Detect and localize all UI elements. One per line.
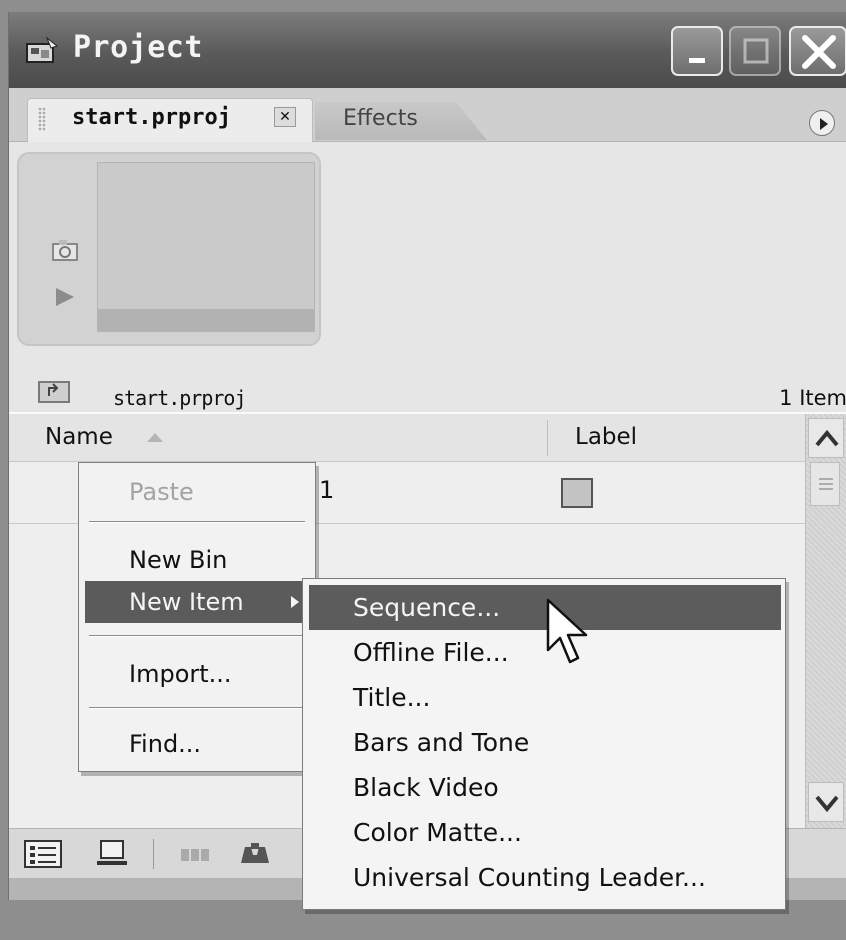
menu-item-paste[interactable]: Paste [79, 471, 315, 513]
panel-menu-icon [820, 118, 828, 130]
scroll-thumb[interactable] [810, 462, 840, 506]
preview-frame [17, 152, 321, 346]
tab-label: start.prproj [72, 105, 231, 130]
tab-effects[interactable]: Effects [315, 102, 487, 140]
window-title: Project [73, 30, 203, 65]
tab-label: Effects [343, 106, 418, 131]
menu-separator [89, 635, 305, 637]
menu-separator [89, 521, 305, 523]
item-count: 1 Item [779, 386, 846, 410]
menu-item-new-item[interactable]: New Item [85, 581, 311, 623]
thumbnail-scrubber[interactable] [98, 309, 314, 331]
grip-lines-icon [819, 478, 833, 490]
menu-item-find[interactable]: Find... [79, 723, 315, 765]
toolbar-separator [153, 839, 154, 869]
minimize-icon [689, 58, 705, 63]
tab-close-icon[interactable]: ✕ [274, 107, 296, 127]
column-name-header[interactable]: Name [45, 424, 113, 450]
mouse-cursor-icon [546, 598, 588, 664]
submenu-item-title[interactable]: Title... [303, 675, 785, 720]
menu-separator [89, 707, 305, 709]
sort-ascending-icon[interactable] [145, 430, 165, 444]
chevron-up-icon [815, 429, 839, 447]
row-name-fragment: 1 [319, 476, 335, 504]
play-icon[interactable] [53, 286, 77, 308]
icon-view-icon[interactable] [93, 837, 133, 871]
tab-grip-icon[interactable] [38, 107, 46, 131]
submenu-item-universal-counting-leader[interactable]: Universal Counting Leader... [303, 855, 785, 900]
panel-tab-strip: start.prproj ✕ Effects [9, 88, 846, 144]
title-bar[interactable]: Project [9, 12, 846, 88]
list-view-icon[interactable] [23, 837, 63, 871]
column-divider[interactable] [547, 420, 548, 456]
label-color-swatch[interactable] [561, 478, 593, 508]
scroll-up-button[interactable] [808, 418, 844, 458]
submenu-item-color-matte[interactable]: Color Matte... [303, 810, 785, 855]
find-icon[interactable] [235, 837, 275, 871]
tab-start-prproj[interactable]: start.prproj ✕ [27, 98, 313, 144]
panel-menu-button[interactable] [809, 110, 835, 136]
parent-bin-icon[interactable] [37, 378, 73, 404]
project-app-icon [26, 36, 59, 63]
vertical-scrollbar[interactable] [805, 414, 846, 830]
maximize-icon [743, 38, 769, 64]
close-icon [802, 35, 836, 69]
column-header-row: Name Label [9, 414, 805, 462]
column-label-header[interactable]: Label [575, 424, 637, 450]
preview-area: start.prproj 1 Item [9, 142, 846, 412]
preview-thumbnail [97, 162, 315, 332]
chevron-down-icon [815, 795, 839, 813]
scroll-down-button[interactable] [808, 782, 844, 822]
submenu-item-bars-and-tone[interactable]: Bars and Tone [303, 720, 785, 765]
menu-item-new-bin[interactable]: New Bin [79, 539, 315, 581]
close-button[interactable] [789, 26, 846, 76]
current-bin-name: start.prproj [113, 386, 246, 410]
maximize-button[interactable] [729, 26, 781, 76]
minimize-button[interactable] [671, 26, 723, 76]
submenu-item-black-video[interactable]: Black Video [303, 765, 785, 810]
context-menu: Paste New Bin New Item Import... Find... [78, 462, 316, 772]
poster-frame-icon[interactable] [51, 238, 81, 262]
automate-to-sequence-icon[interactable] [177, 837, 217, 871]
menu-item-import[interactable]: Import... [79, 653, 315, 695]
menu-item-label: New Item [129, 588, 244, 616]
submenu-arrow-icon [291, 596, 299, 608]
